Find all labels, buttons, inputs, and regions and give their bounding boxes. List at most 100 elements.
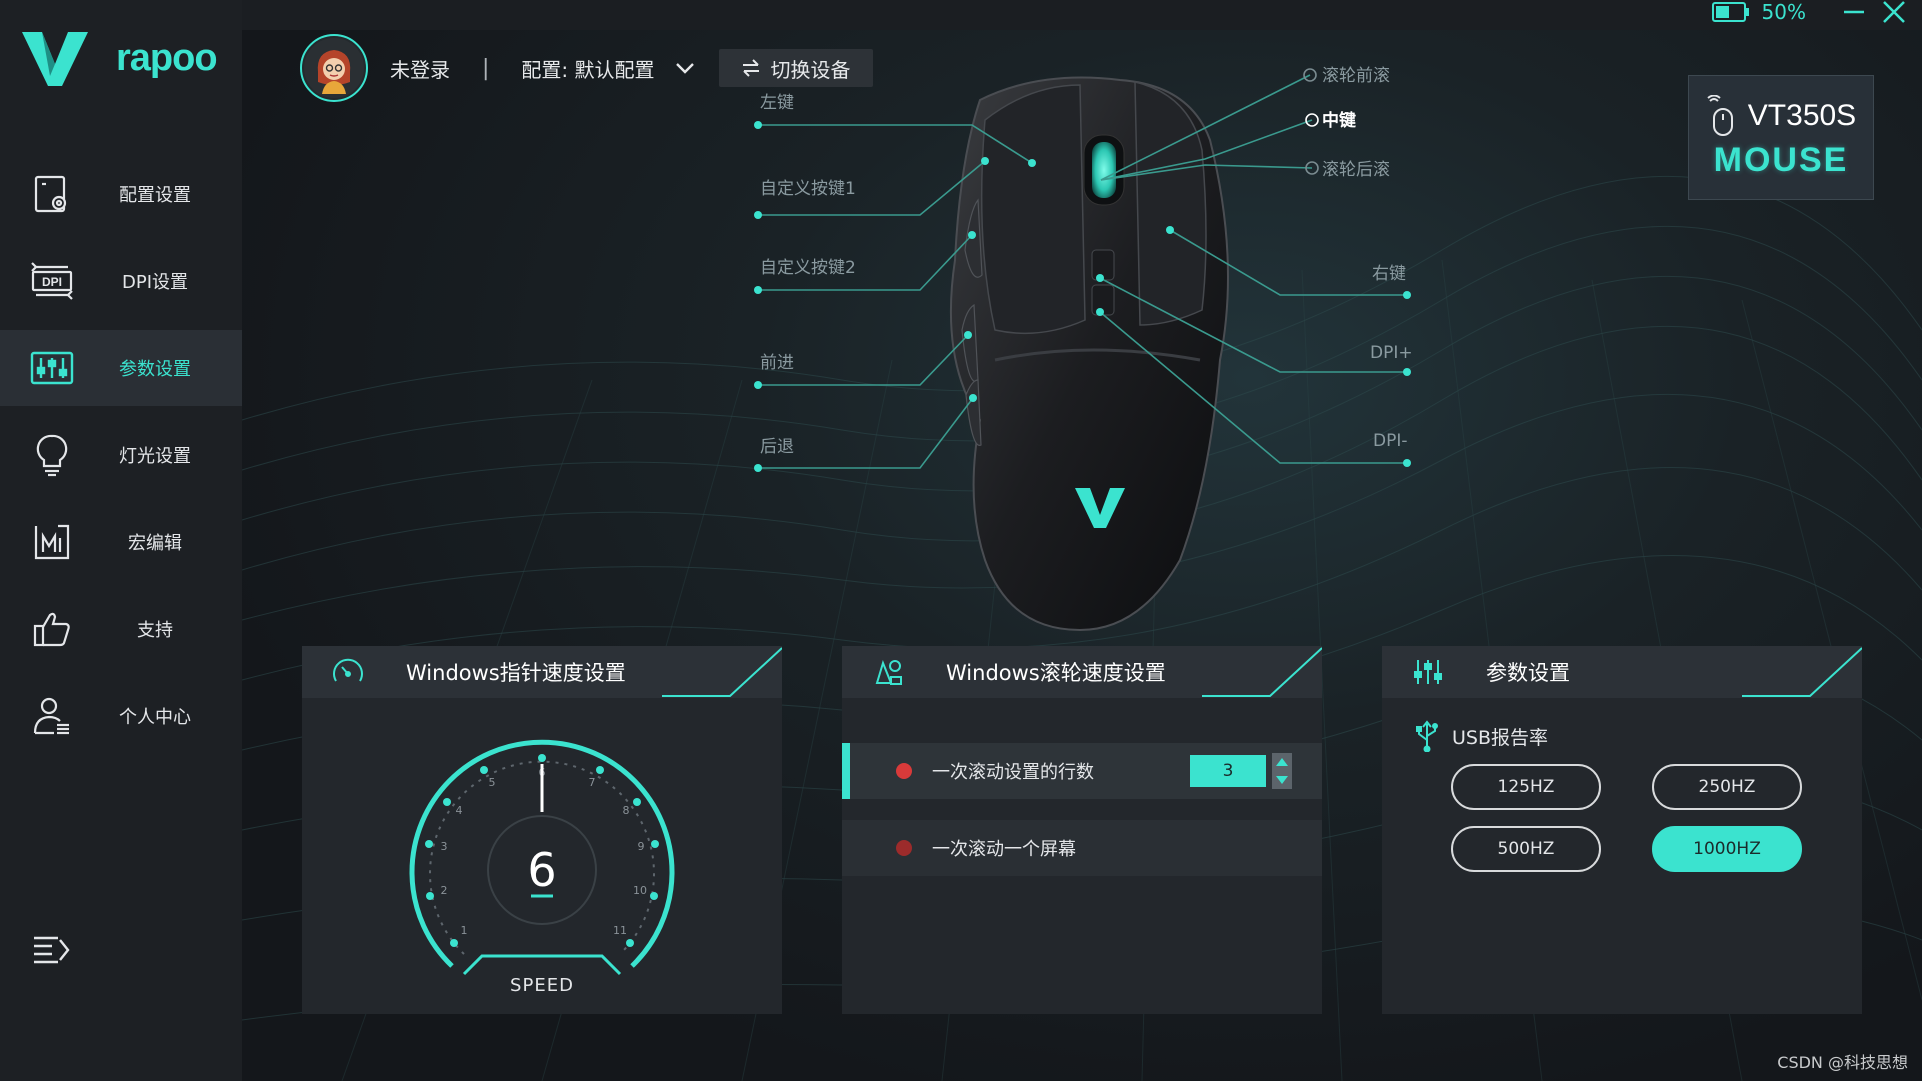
sidebar-item-label: 配置设置 xyxy=(119,185,191,206)
header-separator: | xyxy=(482,55,490,81)
sidebar-item-lighting[interactable]: 灯光设置 xyxy=(0,417,242,493)
sidebar-item-label: DPI设置 xyxy=(121,272,189,293)
sliders-icon xyxy=(1410,656,1446,688)
minimize-button[interactable] xyxy=(1834,0,1874,24)
thumbs-up-icon xyxy=(30,607,74,651)
callout-back[interactable]: 后退 xyxy=(760,432,794,457)
device-type: MOUSE xyxy=(1713,141,1849,179)
decrement-arrow-icon[interactable] xyxy=(1276,776,1288,784)
gauge-tick-label: 3 xyxy=(441,840,448,853)
user-center-icon xyxy=(30,694,74,738)
sidebar-item-macro[interactable]: 宏编辑 xyxy=(0,504,242,580)
scroll-speed-panel: Windows滚轮速度设置 一次滚动设置的行数 3 一次滚动一个屏幕 xyxy=(842,646,1322,1014)
gauge-tick-label: 7 xyxy=(589,776,596,789)
speed-value: 6 xyxy=(527,843,556,897)
callout-custom-2[interactable]: 自定义按键2 xyxy=(760,253,856,278)
panel-header: Windows指针速度设置 xyxy=(302,646,782,698)
increment-arrow-icon[interactable] xyxy=(1276,758,1288,766)
pointer-speed-panel: Windows指针速度设置 1 2 3 4 5 6 7 8 9 10 11 6 xyxy=(302,646,782,1014)
radio-dot[interactable] xyxy=(896,840,912,856)
dpi-icon: DPI xyxy=(30,259,74,303)
battery-percent: 50% xyxy=(1761,0,1806,24)
callout-middle-click[interactable]: 中键 xyxy=(1322,106,1356,131)
chevron-down-icon[interactable] xyxy=(673,56,697,80)
rate-125hz-button[interactable]: 125HZ xyxy=(1451,764,1601,810)
device-row: VT350S xyxy=(1706,95,1856,137)
usb-icon xyxy=(1416,720,1438,752)
panel-title: Windows滚轮速度设置 xyxy=(946,661,1166,685)
bulb-icon xyxy=(30,433,74,477)
scroll-icon xyxy=(870,656,906,688)
sidebar-item-label: 个人中心 xyxy=(119,707,191,728)
gauge-tick-label: 9 xyxy=(638,840,645,853)
sidebar-item-label: 参数设置 xyxy=(119,359,191,380)
speedometer-icon xyxy=(330,656,366,688)
panel-title: 参数设置 xyxy=(1486,661,1570,685)
rate-1000hz-button[interactable]: 1000HZ xyxy=(1652,826,1802,872)
gauge-tick-label: 10 xyxy=(633,884,647,897)
panel-header-accent xyxy=(662,647,782,697)
scroll-screen-label: 一次滚动一个屏幕 xyxy=(932,839,1076,860)
sidebar-item-config[interactable]: 配置设置 xyxy=(0,156,242,232)
login-status[interactable]: 未登录 xyxy=(390,54,450,83)
speed-label: SPEED xyxy=(510,975,574,996)
panel-header-accent xyxy=(1202,647,1322,697)
gauge-tick-label: 11 xyxy=(613,924,627,937)
speed-gauge[interactable]: 1 2 3 4 5 6 7 8 9 10 11 6 SPEED xyxy=(402,736,682,1006)
close-icon xyxy=(1883,1,1905,23)
sidebar-item-params[interactable]: 参数设置 xyxy=(0,330,242,406)
window-controls: 50% xyxy=(1711,0,1922,24)
avatar-icon xyxy=(304,38,364,98)
callout-right-click[interactable]: 右键 xyxy=(1372,259,1406,284)
sidebar-item-dpi[interactable]: DPI DPI设置 xyxy=(0,243,242,319)
watermark: CSDN @科技思想 xyxy=(1777,1053,1908,1072)
callout-custom-1[interactable]: 自定义按键1 xyxy=(760,174,856,199)
callout-scroll-up[interactable]: 滚轮前滚 xyxy=(1322,61,1390,86)
usb-report-rate-label: USB报告率 xyxy=(1452,726,1549,749)
minimize-icon xyxy=(1844,10,1864,14)
scroll-lines-label: 一次滚动设置的行数 xyxy=(932,762,1094,783)
config-selector[interactable]: 配置: 默认配置 xyxy=(521,54,654,83)
sidebar-item-user-center[interactable]: 个人中心 xyxy=(0,678,242,754)
scroll-lines-option[interactable]: 一次滚动设置的行数 3 xyxy=(842,743,1322,799)
sidebar-item-label: 灯光设置 xyxy=(119,446,191,467)
sidebar-item-label: 宏编辑 xyxy=(128,533,182,554)
sidebar-item-support[interactable]: 支持 xyxy=(0,591,242,667)
stepper-arrows xyxy=(1272,753,1292,789)
lines-stepper[interactable]: 3 xyxy=(1190,753,1292,789)
rapoo-v-icon xyxy=(22,32,88,86)
avatar[interactable] xyxy=(300,34,368,102)
logo-text: rapoo xyxy=(116,36,218,79)
usb-report-rate-row: USB报告率 xyxy=(1414,720,1548,752)
menu-icon[interactable] xyxy=(32,932,72,968)
callout-dpi-minus[interactable]: DPI- xyxy=(1373,431,1408,451)
callout-scroll-down[interactable]: 滚轮后滚 xyxy=(1322,155,1390,180)
gauge-tick-label: 1 xyxy=(461,924,468,937)
mouse-illustration xyxy=(754,68,1411,632)
scroll-screen-option[interactable]: 一次滚动一个屏幕 xyxy=(842,820,1322,876)
rapoo-logo: rapoo xyxy=(22,30,218,86)
gauge-tick-label: 8 xyxy=(623,804,630,817)
macro-icon xyxy=(30,520,74,564)
gauge-tick-label: 5 xyxy=(489,776,496,789)
sliders-icon xyxy=(30,346,74,390)
callout-forward[interactable]: 前进 xyxy=(760,348,794,373)
radio-dot[interactable] xyxy=(896,763,912,779)
close-button[interactable] xyxy=(1874,0,1914,24)
battery-status: 50% xyxy=(1711,0,1806,24)
lines-input[interactable]: 3 xyxy=(1190,755,1266,787)
gauge-tick-label: 2 xyxy=(441,884,448,897)
sidebar: rapoo 配置设置 DPI DPI设置 参数设置 灯光设置 宏编辑 支持 个人… xyxy=(0,0,242,1081)
callout-dpi-plus[interactable]: DPI+ xyxy=(1370,343,1413,363)
panel-header: Windows滚轮速度设置 xyxy=(842,646,1322,698)
callout-left-click[interactable]: 左键 xyxy=(760,88,794,113)
panel-title: Windows指针速度设置 xyxy=(406,661,626,685)
sidebar-nav: 配置设置 DPI DPI设置 参数设置 灯光设置 宏编辑 支持 个人中心 xyxy=(0,156,242,765)
params-panel: 参数设置 USB报告率 125HZ 250HZ 500HZ 1000HZ xyxy=(1382,646,1862,1014)
panel-header-accent xyxy=(1742,647,1862,697)
gauge-tick-label: 4 xyxy=(456,804,463,817)
device-card[interactable]: VT350S MOUSE xyxy=(1688,75,1874,200)
rate-500hz-button[interactable]: 500HZ xyxy=(1451,826,1601,872)
config-icon xyxy=(30,172,74,216)
rate-250hz-button[interactable]: 250HZ xyxy=(1652,764,1802,810)
